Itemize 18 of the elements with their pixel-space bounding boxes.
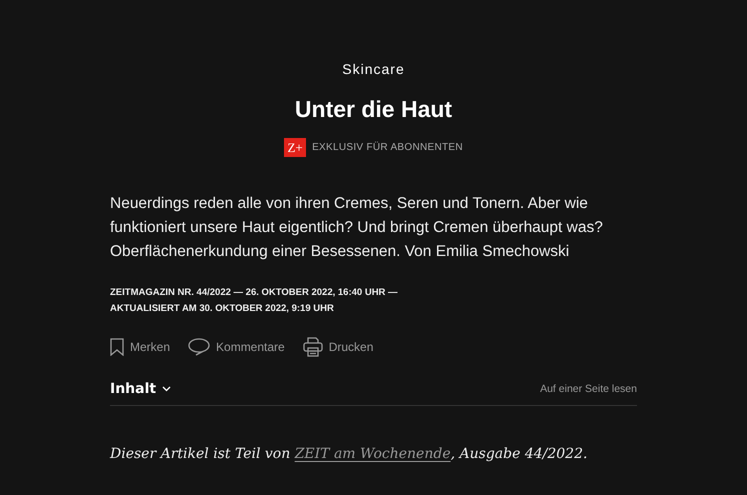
- publication-date: AKTUALISIERT AM 30. OKTOBER 2022, 9:19 UHR: [110, 302, 335, 316]
- article-kicker: Skincare: [341, 60, 406, 79]
- z-plus-logo: Z+: [284, 138, 306, 157]
- series-note: Dieser Artikel ist Teil von ZEIT am Wochenende, Ausgabe 44/2022.: [110, 446, 588, 462]
- article-lead: Neuerdings reden alle von ihren Cremes, Seren und Tonern. Aber wie funktioniert unsere Haut eigentlich? Und bringt Cremen überhaupt was? Oberflächenerkundung einer Besessenen. Von Emilia Smechowski: [110, 194, 604, 262]
- article-headline: Unter die Haut: [294, 95, 454, 124]
- print-button[interactable]: Drucken: [302, 337, 374, 357]
- bookmark-button[interactable]: Merken: [110, 338, 170, 356]
- speech-bubble-icon: [188, 338, 210, 356]
- chevron-icon: [162, 386, 172, 392]
- printer-icon: [302, 337, 323, 357]
- bookmark-icon: [110, 338, 124, 356]
- comment-button[interactable]: Kommentare: [188, 338, 285, 356]
- single-page-link[interactable]: Auf einer Seite lesen: [540, 383, 637, 395]
- subscriber-label: EXKLUSIV FÜR ABONNENTEN: [312, 142, 463, 153]
- contents-toggle[interactable]: Inhalt: [110, 381, 172, 397]
- series-link[interactable]: ZEIT am Wochenende: [294, 446, 451, 462]
- publication-date: ZEITMAGAZIN NR. 44/2022 — 26. OKTOBER 2022, 16:40 UHR —: [110, 286, 399, 300]
